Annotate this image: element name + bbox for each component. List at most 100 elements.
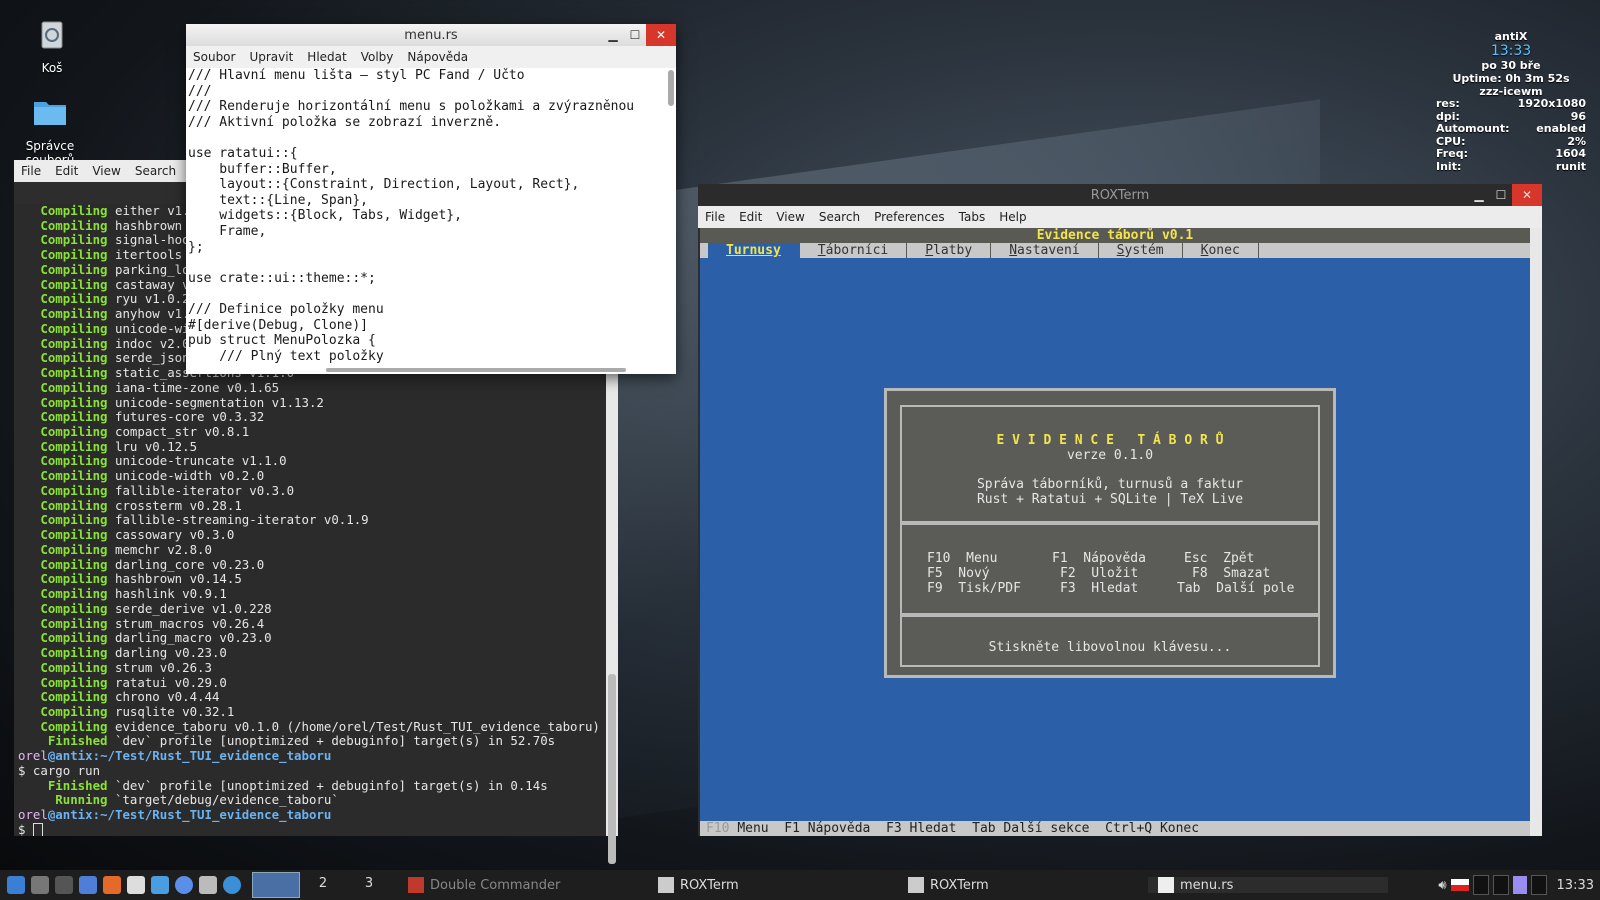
conky-host: antiX [1494, 30, 1528, 43]
roxterm-scrollbar[interactable] [1530, 228, 1542, 836]
terminal-text: Running [18, 792, 108, 808]
shortcut: F8 Smazat [1192, 566, 1271, 581]
menu-item-nápověda[interactable]: Nápověda [400, 50, 475, 64]
roxterm-window[interactable]: ROXTerm ▁ ☐ ✕ File Edit View Search Preferen… [698, 184, 1542, 836]
update-icon[interactable] [223, 876, 241, 894]
menu-item-edit[interactable]: Edit [48, 164, 85, 178]
terminal-line: Compiling evidence_taboru v0.1.0 (/home/… [18, 719, 606, 735]
task-editor[interactable]: menu.rs [1148, 877, 1388, 893]
tab-hotkey: S [1116, 243, 1125, 258]
status-text: Menu F1 Nápověda F3 Hledat Tab Další sek… [737, 821, 1200, 836]
code-line: /// Renderuje horizontální menu s položk… [188, 99, 635, 115]
dialog-desc-1: Správa táborníků, turnusů a faktur [976, 477, 1244, 492]
terminal-text: Compiling [18, 232, 108, 248]
terminal-text: indoc v2.0 [107, 335, 190, 351]
workspace-3[interactable]: 3 [346, 872, 392, 896]
terminal-text: unicode-truncate v1.1.0 [107, 453, 287, 469]
tui-tab-systém[interactable]: Systém [1099, 243, 1183, 258]
terminal-line: Compiling darling_core v0.23.0 [18, 557, 606, 573]
menu-item-view[interactable]: View [85, 164, 127, 178]
menu-item-volby[interactable]: Volby [354, 50, 401, 64]
menu-item-help[interactable]: Help [992, 210, 1033, 224]
keyboard-layout-icon[interactable] [1450, 879, 1469, 891]
dialog-desc-2: Rust + Ratatui + SQLite | TeX Live [976, 492, 1244, 507]
editor-titlebar[interactable]: menu.rs ▁ ☐ ✕ [186, 24, 676, 46]
tui-tab-nastavení[interactable]: Nastavení [991, 243, 1099, 258]
menu-item-soubor[interactable]: Soubor [186, 50, 242, 64]
code-line: /// [188, 83, 212, 99]
windows-icon[interactable] [31, 876, 49, 894]
menu-item-file[interactable]: File [698, 210, 732, 224]
menu-item-upravit[interactable]: Upravit [242, 50, 300, 64]
maximize-button[interactable]: ☐ [624, 24, 646, 46]
editor-text-area[interactable]: /// Hlavní menu lišta — styl PC Fand / Ú… [186, 68, 676, 374]
desktop-icon-trash[interactable]: Koš [12, 14, 92, 75]
folder-icon[interactable] [151, 876, 169, 894]
tui-tab-konec[interactable]: Konec [1183, 243, 1259, 258]
dialog-heading: E V I D E N C E T Á B O R Ů [996, 433, 1224, 448]
conky-stat-row: Init: runit [1436, 160, 1586, 174]
firefox-icon[interactable] [103, 876, 121, 894]
editor-hscroll-thumb[interactable] [326, 368, 626, 372]
menu-item-edit[interactable]: Edit [732, 210, 769, 224]
terminal-text: Compiling [18, 541, 108, 557]
menu-item-file[interactable]: File [14, 164, 48, 178]
task-roxterm-1[interactable]: ROXTerm [648, 877, 898, 893]
roxterm-titlebar[interactable]: ROXTerm ▁ ☐ ✕ [698, 184, 1542, 206]
close-button[interactable]: ✕ [1512, 184, 1542, 206]
shortcut: F2 Uložit [1060, 566, 1139, 581]
desktop-icon-file-manager[interactable]: Správce souborů [10, 92, 90, 167]
minimize-button[interactable]: ▁ [602, 24, 624, 46]
mail-icon[interactable] [79, 876, 97, 894]
network-graph-icon [1512, 876, 1527, 894]
terminal-text: :~/Test/Rust_TUI_evidence_taboru [92, 807, 332, 823]
menu-item-search[interactable]: Search [812, 210, 867, 224]
bottle-icon[interactable] [127, 876, 145, 894]
taskbar-clock[interactable]: 13:33 [1557, 878, 1594, 893]
menu-item-tabs[interactable]: Tabs [952, 210, 993, 224]
menu-item-preferences[interactable]: Preferences [867, 210, 952, 224]
terminal-line: Compiling unicode-width v0.2.0 [18, 468, 606, 484]
menu-item-view[interactable]: View [769, 210, 811, 224]
terminal-text: `dev` profile [unoptimized + debuginfo] … [107, 733, 556, 749]
terminal-text: darling v0.23.0 [107, 645, 227, 661]
menu-item-search[interactable]: Search [128, 164, 183, 178]
task-roxterm-2[interactable]: ROXTerm [898, 877, 1148, 893]
terminal-text: strum v0.26.3 [107, 659, 212, 675]
task-double-commander[interactable]: Double Commander [398, 877, 648, 893]
terminal-line: Compiling strum_macros v0.26.4 [18, 616, 606, 632]
workspace-2[interactable]: 2 [300, 872, 346, 896]
tui-tab-táborníci[interactable]: Táborníci [800, 243, 908, 258]
globe-icon[interactable] [175, 876, 193, 894]
tui-app-title: Evidence táborů v0.1 [700, 228, 1530, 243]
volume-icon[interactable]: 🔊︎ [1438, 878, 1446, 893]
tui-tab-turnusy[interactable]: Turnusy [708, 243, 800, 258]
editor-scroll-thumb[interactable] [668, 70, 674, 106]
terminal-text: either v1. [107, 204, 190, 218]
code-line: use ratatui::{ [188, 145, 298, 161]
menu-icon[interactable] [7, 876, 25, 894]
close-button[interactable]: ✕ [646, 24, 676, 46]
maximize-button[interactable]: ☐ [1490, 184, 1512, 206]
terminal-text: unicode-width v0.2.0 [107, 468, 265, 484]
taskbar-launchers [0, 876, 244, 894]
scrollbar-thumb[interactable] [608, 674, 616, 864]
terminal-prompt-line[interactable]: $ [18, 822, 606, 836]
menu-item-hledat[interactable]: Hledat [300, 50, 353, 64]
terminal-line: Compiling serde_derive v1.0.228 [18, 601, 606, 617]
shortcut: Tab Další pole [1177, 581, 1295, 596]
dialog-version: verze 0.1.0 [1066, 448, 1154, 463]
conky-date: po 30 bře [1481, 59, 1541, 72]
minimize-button[interactable]: ▁ [1468, 184, 1490, 206]
workspace-1[interactable] [252, 872, 300, 898]
tab-hotkey: N [1009, 243, 1018, 258]
tui-app[interactable]: Evidence táborů v0.1 Turnusy Táborníci Pla… [700, 228, 1530, 836]
tui-tab-platby[interactable]: Platby [907, 243, 992, 258]
apps-icon[interactable] [55, 876, 73, 894]
terminal-text: Compiling [18, 306, 108, 322]
terminal-text: ryu v1.0.2 [107, 291, 190, 307]
editor-window[interactable]: menu.rs ▁ ☐ ✕ Soubor Upravit Hledat Volby Ná… [186, 24, 676, 374]
terminal-line: orel@antix:~/Test/Rust_TUI_evidence_tabo… [18, 748, 606, 764]
penguin-icon[interactable] [199, 876, 217, 894]
